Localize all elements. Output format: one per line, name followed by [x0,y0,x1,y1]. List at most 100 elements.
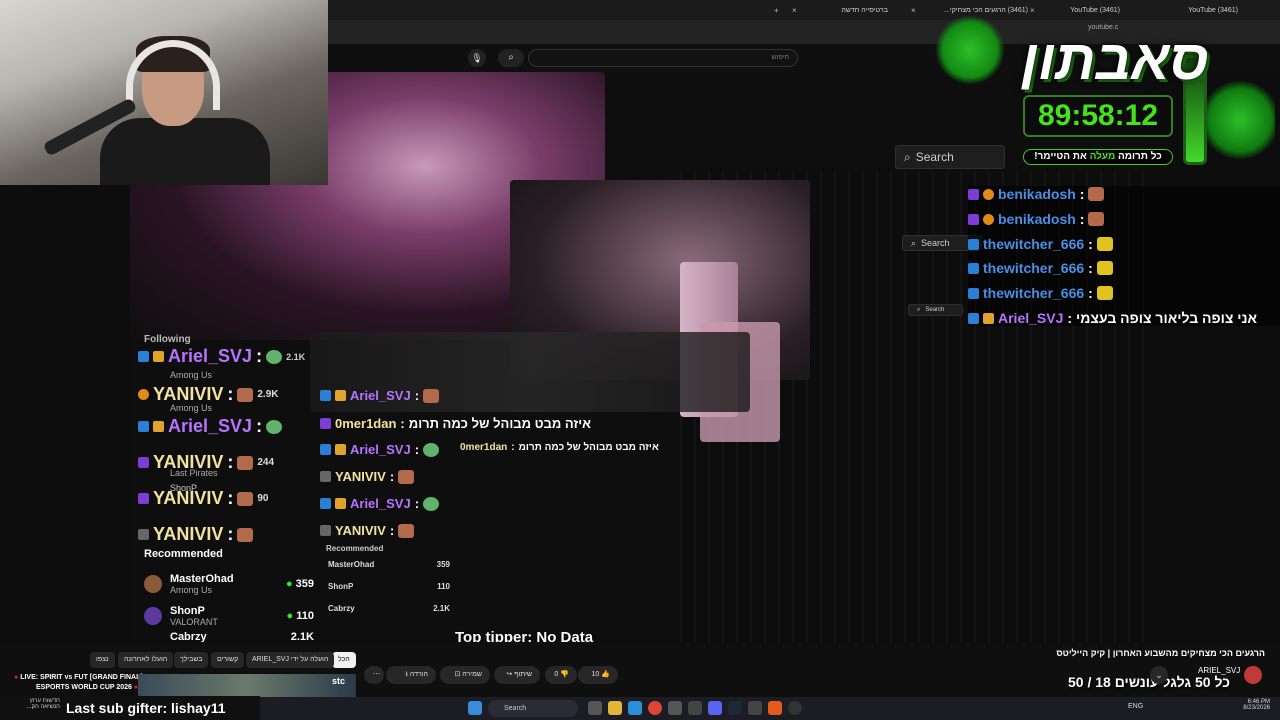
list-item: Cabrzy 2.1K [328,604,450,613]
more-button[interactable]: ⋯ [364,666,384,684]
app-icon[interactable] [688,701,702,715]
leaf-icon [935,15,1005,85]
crown-badge-icon [335,444,346,455]
chip-all[interactable]: הכל [332,652,356,668]
app-icon[interactable] [748,701,762,715]
list-item[interactable]: MasterOhad Among Us ● 359 [144,568,314,600]
chat-line: 0mer1dan: איזה מבט מבוהל של כמה תרומ [460,442,659,453]
discord-icon[interactable] [708,701,722,715]
list-item[interactable]: ShonP VALORANT ● 110 [144,600,314,632]
chat-username: Ariel_SVJ [168,416,253,436]
streamer-name: ShonP [170,605,205,617]
emote-icon [398,469,415,484]
chat-username: Ariel_SVJ [350,442,411,457]
chat-line: 0mer1dan: איזה מבט מבוהל של כמה תרומ [320,416,591,431]
avatar [144,575,162,593]
moderator-badge-icon [968,312,979,324]
share-button[interactable]: שיתוף ↪ [494,666,540,684]
chat-username: benikadosh [998,211,1076,227]
chat-username: 0mer1dan [460,442,508,453]
following-label: Following [144,334,191,345]
chip-related[interactable]: קשורים [211,652,245,668]
tab-new-tab[interactable]: ברטיסייה חדשה [818,3,888,18]
chip-uploaded-by[interactable]: הועלה על ידי ARIEL_SVJ [246,652,335,668]
list-item: MasterOhad 359 [328,560,450,569]
recommended-label-2: Recommended [326,544,384,553]
chat-line: YANIVIV: [320,469,415,484]
app-icon[interactable] [768,701,782,715]
list-item: ShonP 110 [328,582,450,591]
badge-icon [968,188,979,200]
badge-icon [320,525,331,536]
search-input[interactable]: חיפוש [528,49,798,67]
clock[interactable]: 6:46 PM 8/23/2026 [1220,699,1270,711]
moderator-badge-icon [968,238,979,250]
chevron-down-icon[interactable]: ⌄ [1150,666,1168,684]
search-icon: ⌕ [911,237,917,248]
obs-icon[interactable] [788,701,802,715]
chat-message: איזה מבט מבוהל של כמה תרומ [518,442,659,453]
live-thumbnail[interactable] [138,674,356,697]
viewer-count: ● 359 [285,578,314,590]
list-item[interactable]: Cabrzy 2.1K [144,632,314,642]
chat-username: YANIVIV [153,488,224,508]
chip-recent[interactable]: הועלו לאחרונה [118,652,174,668]
emote-icon [237,527,254,542]
emote-icon [423,442,440,457]
tab-close-icon[interactable]: × [792,3,797,18]
like-button[interactable]: 👍 10 [578,666,618,684]
download-button[interactable]: הורדה ⭳ [386,666,436,684]
chat-overlay [968,186,1280,326]
moderator-badge-icon [968,287,979,299]
chat-username: Ariel_SVJ [168,346,253,366]
chat-line: thewitcher_666: [968,260,1113,276]
app-icon[interactable] [668,701,682,715]
chat-line: Ariel_SVJ: אני צופה בליאור צופה בעצמי [968,310,1257,326]
emote-icon [398,523,415,538]
chat-username: YANIVIV [335,469,386,484]
windows-start-icon[interactable] [468,701,482,715]
windows-taskbar: Search ENG 6:46 PM 8/23/2026 [260,697,1280,720]
viewer-count: 2.9K [257,389,279,400]
chip-for-you[interactable]: בשבילך [174,652,209,668]
steam-icon[interactable] [728,701,742,715]
file-explorer-icon[interactable] [608,701,622,715]
badge-icon [138,529,149,540]
chat-username: thewitcher_666 [983,260,1085,276]
chrome-icon[interactable] [648,701,662,715]
avatar [144,607,162,625]
badge-icon [320,471,331,482]
task-view-icon[interactable] [588,701,602,715]
viewer-count: 2.1K [290,632,314,642]
dislike-button[interactable]: 👎 0 [545,666,577,684]
chat-line: thewitcher_666: [968,285,1113,301]
viewer-count: 2.1K [286,351,306,362]
chip-watched[interactable]: נצפו [90,652,115,668]
chat-line: YANIVIV: [320,523,415,538]
badge-icon [320,418,331,429]
save-button[interactable]: שמירה ⊡ [440,666,490,684]
new-tab-icon[interactable]: + [774,3,779,18]
video-search-box-3: ⌕ Search [908,304,963,316]
taskbar-search[interactable]: Search [488,700,578,717]
microphone-icon[interactable]: 🎙 [468,49,486,67]
subathon-title: סאבתון [1021,28,1209,91]
chat-line: YANIVIV: 2.9K [138,384,279,405]
chat-line: YANIVIV: 90 [138,488,269,509]
video-title: הרגעים הכי מצחיקים מהשבוע האחרון | קיק ה… [1056,648,1265,658]
search-button[interactable]: ⌕ [498,49,524,67]
badge-icon [138,493,149,504]
viewer-count: 244 [257,457,275,468]
crown-badge-icon [335,390,346,401]
youtube-bottom-bar: הכל הועלה על ידי ARIEL_SVJ קשורים בשבילך… [0,642,1280,697]
stc-logo: stc [332,676,346,686]
search-icon: ⌕ [904,149,911,164]
badge-icon [138,457,149,468]
thumbs-up-icon: 👍 [599,671,610,678]
tab-close-icon[interactable]: × [911,3,916,18]
language-indicator[interactable]: ENG [1128,703,1143,710]
edge-icon[interactable] [628,701,642,715]
channel-avatar[interactable] [1244,666,1262,684]
live-banner[interactable]: ● LIVE: SPIRIT vs FUT [GRAND FINAL] [14,674,143,681]
chat-line: YANIVIV: [138,524,254,545]
